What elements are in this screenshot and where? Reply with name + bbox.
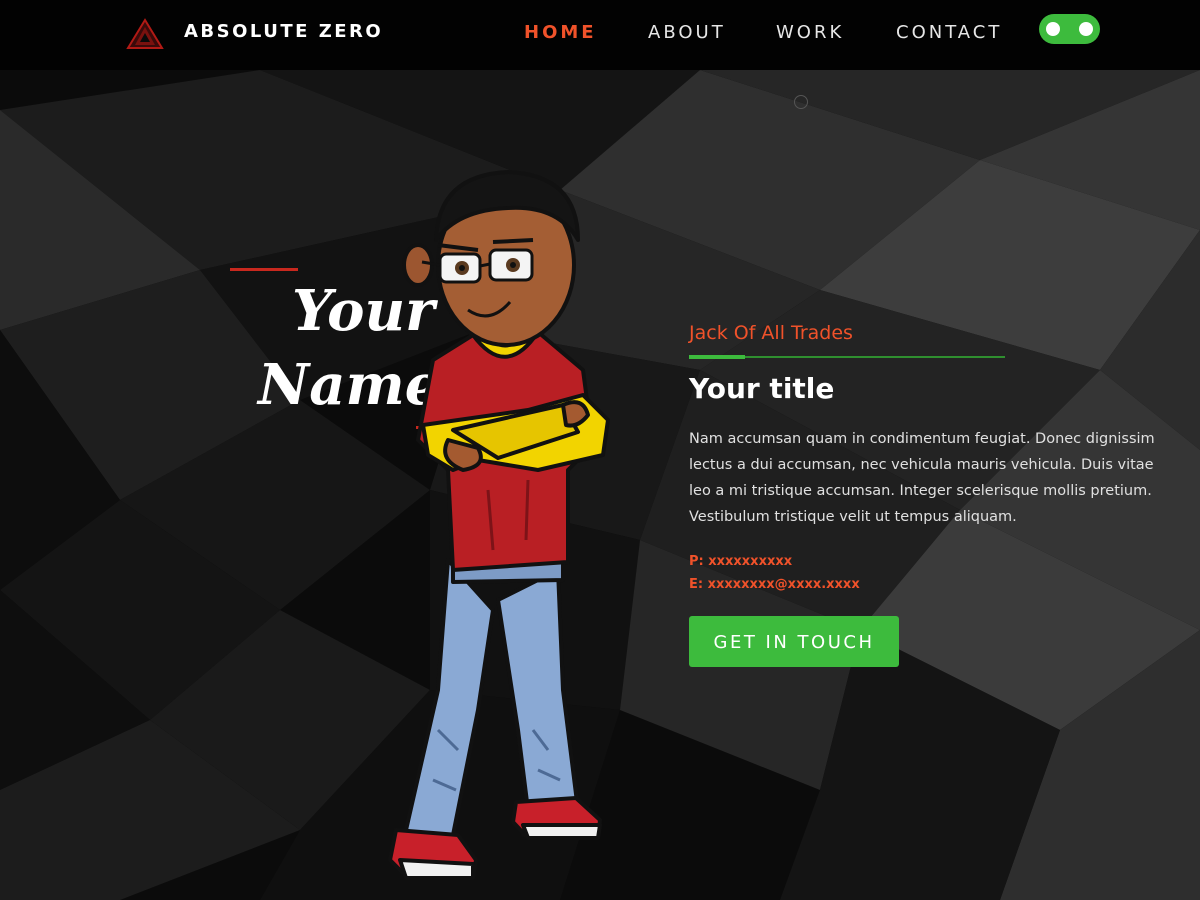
nav-about-link[interactable]: ABOUT — [648, 22, 726, 43]
toggle-knob-left — [1046, 22, 1060, 36]
cartoon-character-image — [388, 170, 610, 880]
tagline-divider — [689, 355, 1005, 359]
hero-tagline: Jack Of All Trades — [689, 322, 853, 344]
navbar: ABSOLUTE ZERO HOME ABOUT WORK CONTACT — [0, 0, 1200, 70]
nav-contact-link[interactable]: CONTACT — [896, 22, 1002, 43]
hero-info-panel: Jack Of All Trades Your title Nam accums… — [689, 322, 1169, 667]
brand-name[interactable]: ABSOLUTE ZERO — [184, 21, 383, 42]
decorative-circle — [794, 95, 808, 109]
get-in-touch-button[interactable]: GET IN TOUCH — [689, 616, 899, 667]
theme-toggle[interactable] — [1039, 14, 1100, 44]
hero-title: Your title — [689, 372, 835, 405]
triangle-logo-icon[interactable] — [126, 18, 164, 50]
name-accent-bar-top — [230, 268, 298, 271]
contact-email[interactable]: E: xxxxxxxx@xxxx.xxxx — [689, 573, 1169, 596]
nav-work-link[interactable]: WORK — [776, 22, 844, 43]
hero-section: Your Name Jack Of All Trades Your title … — [0, 70, 1200, 900]
toggle-knob-right — [1079, 22, 1093, 36]
contact-phone: P: xxxxxxxxxx — [689, 554, 793, 569]
hero-description: Nam accumsan quam in condimentum feugiat… — [689, 431, 1155, 525]
tagline-divider-accent — [689, 355, 745, 359]
nav-home-link[interactable]: HOME — [524, 22, 597, 43]
contact-info: P: xxxxxxxxxx E: xxxxxxxx@xxxx.xxxx — [689, 550, 1169, 596]
